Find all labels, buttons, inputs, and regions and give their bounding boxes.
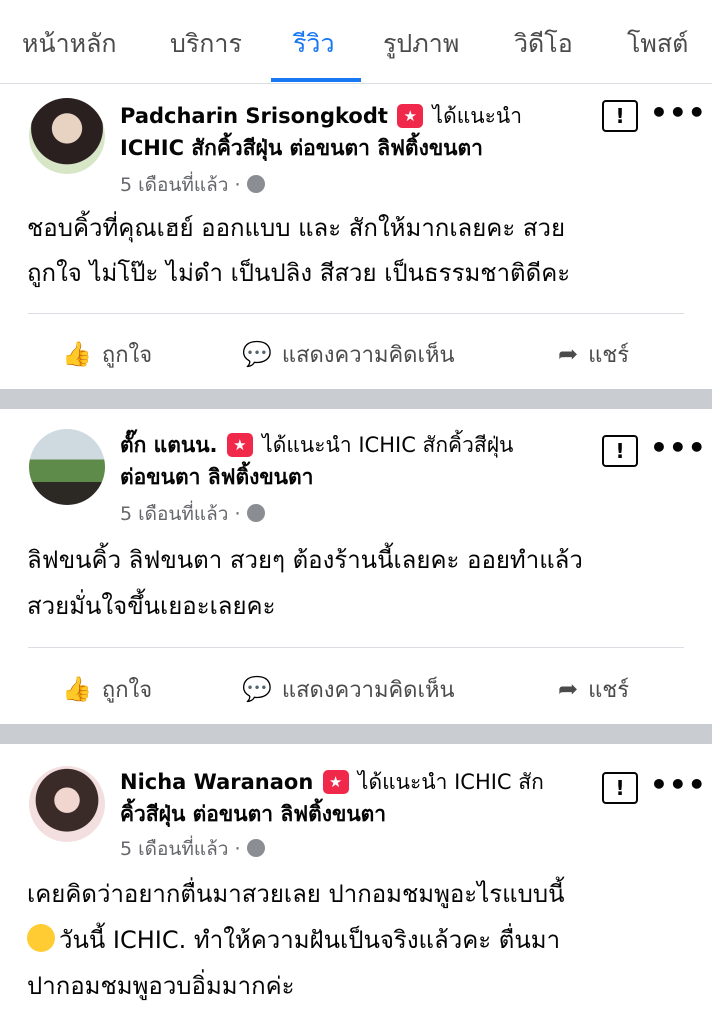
thumbs-up-icon: 👍 — [62, 340, 92, 368]
more-options-icon[interactable]: ••• — [650, 96, 707, 129]
like-button[interactable]: 👍 ถูกใจ — [62, 672, 152, 707]
reviewer-name[interactable]: ตั๊ก แตนน. — [120, 433, 218, 457]
tab-posts[interactable]: โพสต์ — [627, 24, 688, 64]
post-timestamp: 5 เดือนที่แล้ว · — [120, 834, 265, 864]
share-label: แชร์ — [588, 343, 630, 368]
review-text: ชอบคิ้วที่คุณเฮย์ ออกแบบ และ สักให้มากเล… — [27, 214, 566, 242]
review-text: วันนี้ ICHIC. ทำให้ความฝันเป็นจริงแล้วคะ… — [27, 920, 560, 959]
tab-photos[interactable]: รูปภาพ — [383, 24, 459, 64]
timestamp-text: 5 เดือนที่แล้ว · — [120, 503, 241, 525]
review-text: เคยคิดว่าอยากตื่นมาสวยเลย ปากอมชมพูอะไรแ… — [27, 880, 565, 908]
avatar[interactable] — [29, 429, 105, 505]
tab-videos[interactable]: วิดีโอ — [514, 24, 573, 64]
avatar[interactable] — [29, 98, 105, 174]
review-post: ตั๊ก แตนน. ★ ได้แนะนำ ICHIC สักคิ้วสีฝุ่… — [0, 409, 712, 724]
tab-reviews[interactable]: รีวิว — [293, 24, 335, 64]
page-name[interactable]: คิ้วสีฝุ่น ต่อขนตา ลิฟติ้งขนตา — [120, 798, 386, 831]
recommend-badge-icon: ★ — [397, 104, 424, 128]
review-post: Nicha Waranaon ★ ได้แนะนำ ICHIC สัก คิ้ว… — [0, 744, 712, 1025]
review-text: ปากอมชมพูอวบอิ่มมากค่ะ — [27, 972, 295, 1000]
comment-button[interactable]: 💬 แสดงความคิดเห็น — [242, 337, 455, 372]
globe-icon — [246, 175, 265, 193]
review-text: ลิฟขนคิ้ว ลิฟขนตา สวยๆ ต้องร้านนี้เลยคะ … — [27, 546, 583, 574]
page-name[interactable]: ต่อขนตา ลิฟติ้งขนตา — [120, 461, 313, 494]
tab-home[interactable]: หน้าหลัก — [22, 24, 117, 64]
page-name[interactable]: ICHIC สักคิ้วสีฝุ่น ต่อขนตา ลิฟติ้งขนตา — [120, 132, 483, 165]
report-icon[interactable]: ! — [602, 100, 638, 132]
thumbs-up-icon: 👍 — [62, 675, 92, 703]
share-arrow-icon: ➦ — [558, 340, 579, 368]
divider — [28, 313, 684, 314]
tab-bar: หน้าหลัก บริการ รีวิว รูปภาพ วิดีโอ โพสต… — [0, 0, 712, 84]
review-header: ตั๊ก แตนน. ★ ได้แนะนำ ICHIC สักคิ้วสีฝุ่… — [120, 429, 513, 462]
reviewer-name[interactable]: Padcharin Srisongkodt — [120, 104, 388, 128]
recommend-text: ได้แนะนำ — [432, 104, 523, 128]
share-arrow-icon: ➦ — [558, 675, 579, 703]
review-header: Nicha Waranaon ★ ได้แนะนำ ICHIC สัก — [120, 766, 544, 799]
divider — [28, 647, 684, 648]
review-text: ถูกใจ ไม่โป๊ะ ไม่ดำ เป็นปลิง สีสวย เป็นธ… — [27, 259, 571, 287]
tab-services[interactable]: บริการ — [170, 24, 242, 64]
comment-label: แสดงความคิดเห็น — [281, 343, 455, 368]
comment-bubble-icon: 💬 — [242, 675, 272, 703]
globe-icon — [246, 504, 265, 522]
review-text: สวยมั่นใจขึ้นเยอะเลยคะ — [27, 592, 276, 620]
recommend-text: ได้แนะนำ ICHIC สัก — [357, 770, 544, 794]
recommend-text: ได้แนะนำ ICHIC สักคิ้วสีฝุ่น — [262, 433, 514, 457]
avatar[interactable] — [29, 766, 105, 842]
smiling-face-emoji-icon — [27, 924, 55, 952]
globe-icon — [246, 839, 265, 857]
review-text-part: วันนี้ ICHIC. ทำให้ความฝันเป็นจริงแล้วคะ… — [59, 926, 561, 954]
report-icon[interactable]: ! — [602, 435, 638, 467]
post-separator — [0, 724, 712, 744]
post-timestamp: 5 เดือนที่แล้ว · — [120, 499, 265, 529]
like-label: ถูกใจ — [101, 343, 153, 368]
review-header: Padcharin Srisongkodt ★ ได้แนะนำ — [120, 100, 522, 133]
share-button[interactable]: ➦ แชร์ — [558, 672, 629, 707]
recommend-badge-icon: ★ — [226, 433, 253, 457]
timestamp-text: 5 เดือนที่แล้ว · — [120, 174, 241, 196]
comment-label: แสดงความคิดเห็น — [281, 678, 455, 703]
review-post: Padcharin Srisongkodt ★ ได้แนะนำ ICHIC ส… — [0, 84, 712, 389]
share-button[interactable]: ➦ แชร์ — [558, 337, 629, 372]
more-options-icon[interactable]: ••• — [650, 768, 707, 801]
more-options-icon[interactable]: ••• — [650, 431, 707, 464]
timestamp-text: 5 เดือนที่แล้ว · — [120, 838, 241, 860]
recommend-badge-icon: ★ — [322, 770, 349, 794]
like-button[interactable]: 👍 ถูกใจ — [62, 337, 152, 372]
like-label: ถูกใจ — [101, 678, 153, 703]
comment-bubble-icon: 💬 — [242, 340, 272, 368]
post-timestamp: 5 เดือนที่แล้ว · — [120, 170, 265, 200]
report-icon[interactable]: ! — [602, 772, 638, 804]
active-tab-indicator — [271, 78, 361, 82]
comment-button[interactable]: 💬 แสดงความคิดเห็น — [242, 672, 455, 707]
reviewer-name[interactable]: Nicha Waranaon — [120, 770, 313, 794]
share-label: แชร์ — [588, 678, 630, 703]
post-separator — [0, 389, 712, 409]
